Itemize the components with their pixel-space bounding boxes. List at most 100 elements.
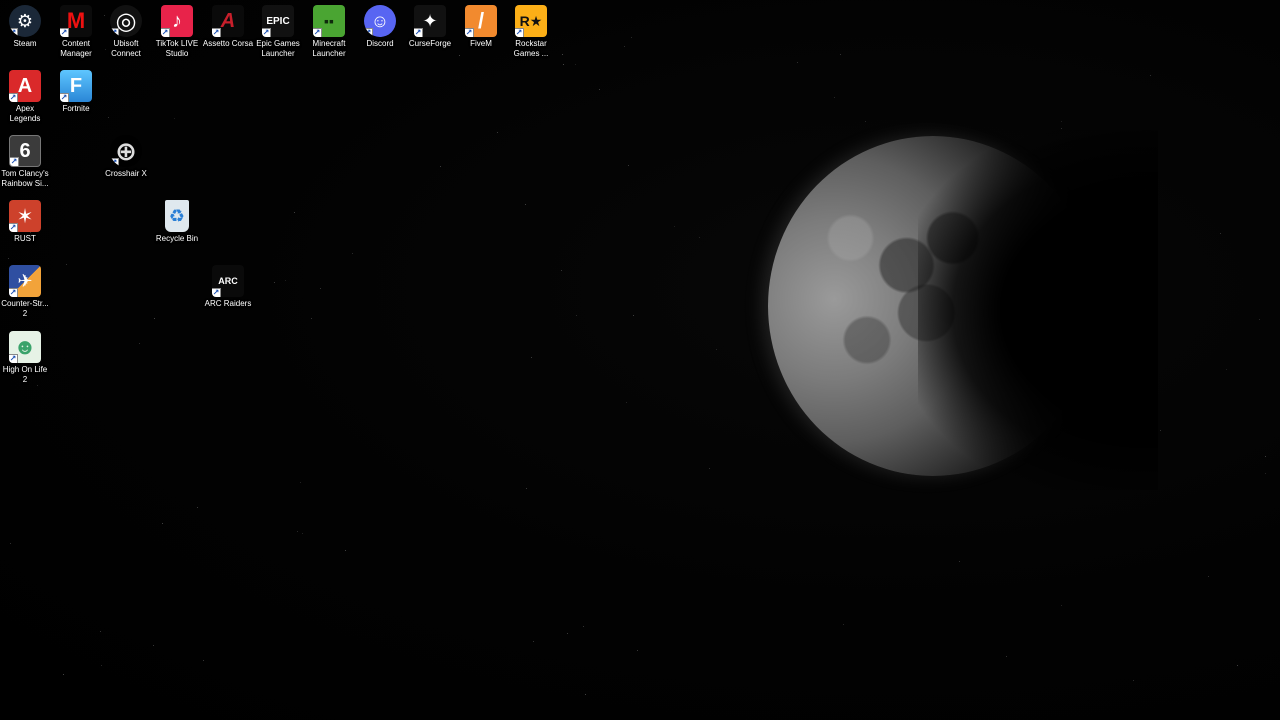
star (300, 482, 301, 483)
star (633, 315, 634, 316)
icon-label: High On Life 2 (2, 365, 48, 384)
star (153, 645, 154, 646)
star (302, 533, 303, 534)
star (567, 633, 568, 634)
star (1061, 128, 1062, 129)
star (162, 523, 163, 524)
recycle-bin-icon: ♻ (165, 200, 189, 232)
star (1133, 680, 1134, 681)
fortnite-icon: F ↗ (60, 70, 92, 102)
icon-label: Counter-Str... 2 (1, 299, 49, 318)
star (865, 121, 866, 122)
desktop-icon-rockstar[interactable]: R★ ↗ Rockstar Games ... (495, 5, 567, 59)
icon-label: Recycle Bin (155, 234, 199, 243)
star (1061, 605, 1062, 606)
desktop-icon-fortnite[interactable]: F ↗ Fortnite (40, 70, 112, 114)
star (1150, 75, 1151, 76)
star (531, 357, 532, 358)
desktop-icon-arc-raiders[interactable]: ARC ↗ ARC Raiders (192, 265, 264, 309)
star (1265, 473, 1266, 474)
rainbow-six-icon: 6 ↗ (9, 135, 41, 167)
star (840, 54, 841, 55)
tiktok-live-icon: ♪ ↗ (161, 5, 193, 37)
desktop-icon-recycle-bin[interactable]: ♻ Recycle Bin (141, 200, 213, 244)
star (1160, 430, 1161, 431)
star (1265, 456, 1266, 457)
arc-raiders-icon: ARC ↗ (212, 265, 244, 297)
star (637, 650, 638, 651)
high-on-life-icon: ☻ ↗ (9, 331, 41, 363)
star (101, 665, 102, 666)
fivem-icon: / ↗ (465, 5, 497, 37)
star (320, 288, 321, 289)
star (10, 543, 11, 544)
desktop-icon-rust[interactable]: ✶ ↗ RUST (0, 200, 61, 244)
star (575, 64, 576, 65)
desktop: ⚙ ↗ Steam M ↗ Content Manager ◎ ↗ Ubisoft C… (0, 0, 1280, 720)
star (709, 468, 710, 469)
rust-icon: ✶ ↗ (9, 200, 41, 232)
star (533, 641, 534, 642)
star (154, 318, 155, 319)
discord-icon: ☺ ↗ (364, 5, 396, 37)
icon-label: ARC Raiders (204, 299, 252, 308)
star (626, 402, 627, 403)
star (699, 237, 700, 238)
star (583, 626, 584, 627)
star (459, 55, 460, 56)
epic-games-icon: EPIC ↗ (262, 5, 294, 37)
moon-wallpaper (768, 130, 1158, 490)
star (1208, 576, 1209, 577)
curseforge-icon: ✦ ↗ (414, 5, 446, 37)
star (631, 37, 632, 38)
star (1226, 369, 1227, 370)
star (100, 631, 101, 632)
star (624, 46, 625, 47)
desktop-icon-rainbow-six[interactable]: 6 ↗ Tom Clancy's Rainbow Si... (0, 135, 61, 189)
star (440, 166, 441, 167)
content-manager-icon: M ↗ (60, 5, 92, 37)
rockstar-icon: R★ ↗ (515, 5, 547, 37)
star (599, 89, 600, 90)
star (37, 385, 38, 386)
star (716, 349, 717, 350)
star (525, 204, 526, 205)
star (345, 550, 346, 551)
assetto-corsa-icon: A ↗ (212, 5, 244, 37)
star (63, 674, 64, 675)
star (1259, 319, 1260, 320)
desktop-icon-counter-strike[interactable]: ✈ ↗ Counter-Str... 2 (0, 265, 61, 319)
star (66, 264, 67, 265)
star (352, 253, 353, 254)
star (563, 64, 564, 65)
star (576, 315, 577, 316)
ubisoft-icon: ◎ ↗ (110, 5, 142, 37)
icon-label: Crosshair X (105, 169, 147, 178)
star (674, 226, 675, 227)
star (1220, 233, 1221, 234)
desktop-icon-crosshair-x[interactable]: ⊕ ↗ Crosshair X (90, 135, 162, 179)
star (959, 561, 960, 562)
star (297, 531, 298, 532)
minecraft-icon: ▪▪ ↗ (313, 5, 345, 37)
star (1006, 656, 1007, 657)
star (311, 318, 312, 319)
star (1237, 665, 1238, 666)
icon-label: Rockstar Games ... (513, 39, 549, 58)
desktop-icon-high-on-life[interactable]: ☻ ↗ High On Life 2 (0, 331, 61, 385)
star (797, 62, 798, 63)
apex-legends-icon: A ↗ (9, 70, 41, 102)
counter-strike-icon: ✈ ↗ (9, 265, 41, 297)
star (108, 117, 109, 118)
star (197, 507, 198, 508)
moon-shadow (918, 130, 1158, 490)
star (843, 624, 844, 625)
star (628, 165, 629, 166)
icon-label: RUST (14, 234, 36, 243)
steam-icon: ⚙ ↗ (9, 5, 41, 37)
icon-label: Tom Clancy's Rainbow Si... (1, 169, 49, 188)
star (497, 132, 498, 133)
icon-label: Fortnite (62, 104, 90, 113)
star (561, 270, 562, 271)
star (526, 488, 527, 489)
